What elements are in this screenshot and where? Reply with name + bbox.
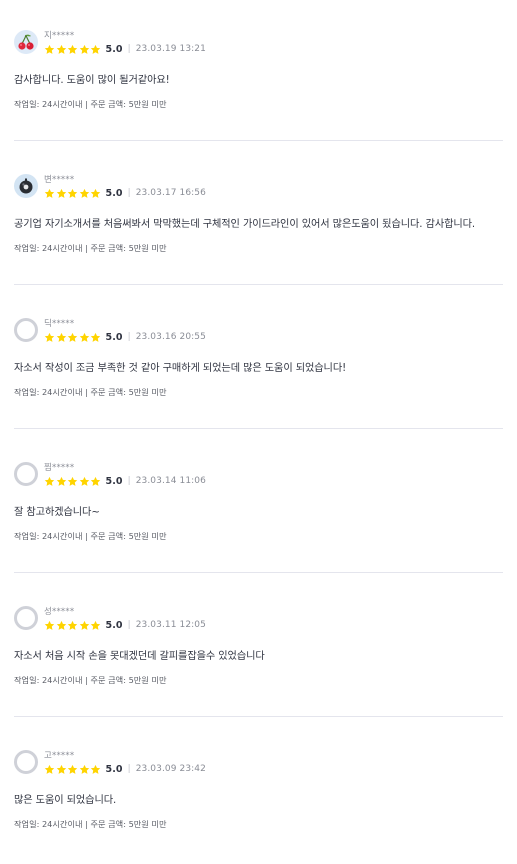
star-icon <box>90 764 101 774</box>
meta-separator: | <box>127 44 131 54</box>
star-icon <box>44 332 55 342</box>
review-details: 작업일: 24시간이내 | 주문 금액: 5만원 미만 <box>14 243 167 253</box>
divider <box>14 428 503 429</box>
star-rating <box>44 476 102 487</box>
review-content: 공기업 자기소개서를 처음써봐서 막막했는데 구체적인 가이드라인이 있어서 많… <box>14 219 476 230</box>
star-rating <box>44 620 102 631</box>
review-username: 고***** <box>44 751 75 761</box>
review-item: 변***** 5.0 | 23.03.17 16:56 공기업 자기소개서를 처… <box>0 144 517 288</box>
review-details: 작업일: 24시간이내 | 주문 금액: 5만원 미만 <box>14 387 167 397</box>
star-rating <box>44 188 102 199</box>
review-item: 지***** 5.0 | 23.03.19 13:21 감사합니다. 도움이 많… <box>0 0 517 144</box>
divider <box>14 140 503 141</box>
review-username: 변***** <box>44 175 75 185</box>
star-icon <box>79 44 89 54</box>
review-content: 많은 도움이 되었습니다. <box>14 795 117 806</box>
default-avatar[interactable] <box>14 462 38 486</box>
review-date: 23.03.09 23:42 <box>135 764 206 774</box>
review-date: 23.03.11 12:05 <box>135 620 206 630</box>
divider <box>14 572 503 573</box>
review-details: 작업일: 24시간이내 | 주문 금액: 5만원 미만 <box>14 675 167 685</box>
star-icon <box>90 188 101 198</box>
review-meta: 5.0 | 23.03.11 12:05 <box>44 619 206 631</box>
star-icon <box>44 764 55 774</box>
rating-value: 5.0 <box>105 475 123 487</box>
star-icon <box>90 332 101 342</box>
review-meta: 5.0 | 23.03.19 13:21 <box>44 43 206 55</box>
review-item: 찜***** 5.0 | 23.03.14 11:06 잘 참고하겠습니다~ 작… <box>0 432 517 576</box>
star-icon <box>67 188 78 198</box>
review-content: 자소서 작성이 조금 부족한 것 같아 구매하게 되었는데 많은 도움이 되었습… <box>14 363 347 374</box>
star-icon <box>79 188 89 198</box>
review-username: 성***** <box>44 607 75 617</box>
cherry-avatar[interactable] <box>14 30 38 54</box>
review-content: 감사합니다. 도움이 많이 될거같아요! <box>14 75 170 86</box>
review-item: 딕***** 5.0 | 23.03.16 20:55 자소서 작성이 조금 부… <box>0 288 517 432</box>
meta-separator: | <box>127 332 131 342</box>
ball-avatar[interactable] <box>14 174 38 198</box>
meta-separator: | <box>127 620 131 630</box>
star-icon <box>90 620 101 630</box>
star-icon <box>67 332 78 342</box>
star-icon <box>44 476 55 486</box>
rating-value: 5.0 <box>105 763 123 775</box>
star-icon <box>44 620 55 630</box>
star-icon <box>67 764 78 774</box>
review-meta: 5.0 | 23.03.09 23:42 <box>44 763 206 775</box>
star-icon <box>44 44 55 54</box>
review-meta: 5.0 | 23.03.17 16:56 <box>44 187 206 199</box>
star-icon <box>56 188 66 198</box>
review-details: 작업일: 24시간이내 | 주문 금액: 5만원 미만 <box>14 531 167 541</box>
default-avatar[interactable] <box>14 606 38 630</box>
rating-value: 5.0 <box>105 187 123 199</box>
meta-separator: | <box>127 188 131 198</box>
ball-icon <box>19 178 33 194</box>
review-username: 찜***** <box>44 463 75 473</box>
default-avatar[interactable] <box>14 750 38 774</box>
star-icon <box>44 188 55 198</box>
review-details: 작업일: 24시간이내 | 주문 금액: 5만원 미만 <box>14 819 167 829</box>
default-avatar[interactable] <box>14 318 38 342</box>
rating-value: 5.0 <box>105 43 123 55</box>
review-date: 23.03.16 20:55 <box>135 332 206 342</box>
review-details: 작업일: 24시간이내 | 주문 금액: 5만원 미만 <box>14 99 167 109</box>
review-content: 잘 참고하겠습니다~ <box>14 507 100 518</box>
divider <box>14 284 503 285</box>
review-content: 자소서 처음 시작 손을 못대겠던데 갈피를잡을수 있었습니다 <box>14 651 265 662</box>
star-icon <box>56 44 66 54</box>
meta-separator: | <box>127 764 131 774</box>
star-icon <box>67 44 78 54</box>
star-icon <box>79 476 89 486</box>
review-list: 지***** 5.0 | 23.03.19 13:21 감사합니다. 도움이 많… <box>0 0 517 864</box>
review-date: 23.03.17 16:56 <box>135 188 206 198</box>
star-icon <box>90 476 101 486</box>
meta-separator: | <box>127 476 131 486</box>
star-icon <box>67 476 78 486</box>
star-rating <box>44 44 102 55</box>
star-icon <box>67 620 78 630</box>
review-item: 성***** 5.0 | 23.03.11 12:05 자소서 처음 시작 손을… <box>0 576 517 720</box>
cherry-icon <box>18 34 34 50</box>
rating-value: 5.0 <box>105 331 123 343</box>
review-item: 고***** 5.0 | 23.03.09 23:42 많은 도움이 되었습니다… <box>0 720 517 864</box>
review-meta: 5.0 | 23.03.14 11:06 <box>44 475 206 487</box>
star-icon <box>90 44 101 54</box>
star-icon <box>79 332 89 342</box>
review-username: 딕***** <box>44 319 75 329</box>
review-date: 23.03.14 11:06 <box>135 476 206 486</box>
star-icon <box>56 764 66 774</box>
review-username: 지***** <box>44 31 75 41</box>
star-icon <box>56 620 66 630</box>
rating-value: 5.0 <box>105 619 123 631</box>
review-date: 23.03.19 13:21 <box>135 44 206 54</box>
star-rating <box>44 332 102 343</box>
star-icon <box>79 620 89 630</box>
divider <box>14 716 503 717</box>
star-icon <box>56 476 66 486</box>
star-icon <box>56 332 66 342</box>
star-icon <box>79 764 89 774</box>
star-rating <box>44 764 102 775</box>
review-meta: 5.0 | 23.03.16 20:55 <box>44 331 206 343</box>
